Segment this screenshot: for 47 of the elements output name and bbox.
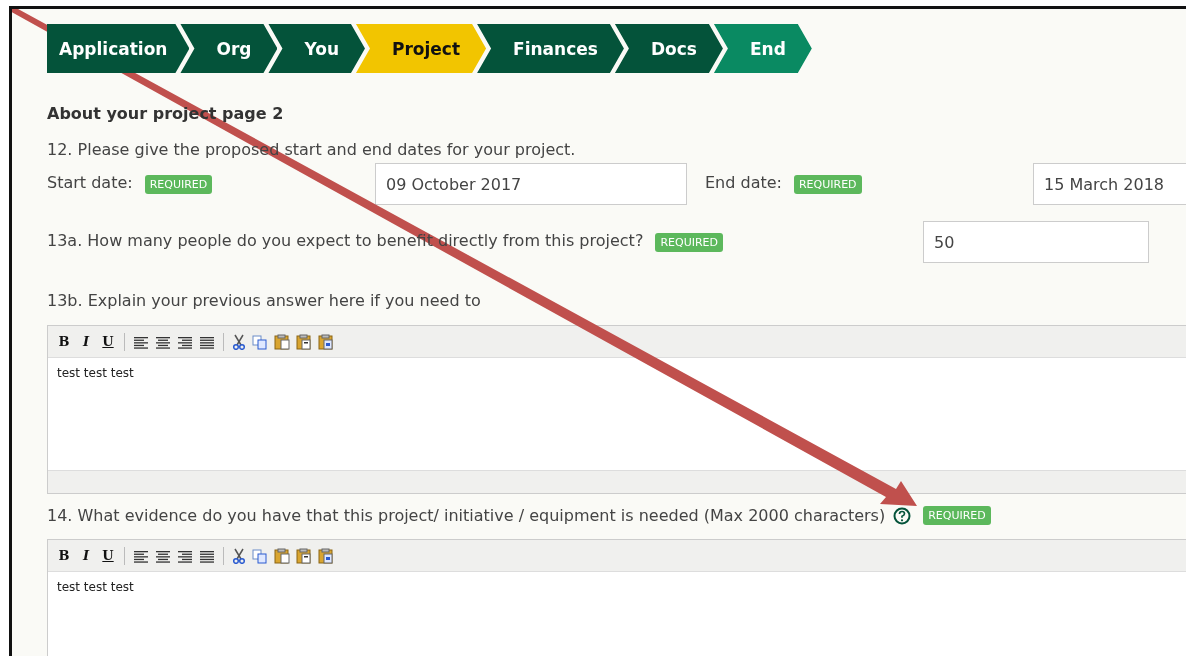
align-icon[interactable] bbox=[199, 548, 215, 563]
clipboard-icon[interactable] bbox=[296, 547, 312, 564]
copy-icon[interactable] bbox=[252, 333, 268, 350]
align-icon[interactable] bbox=[155, 334, 171, 349]
format-button[interactable]: U bbox=[100, 334, 116, 349]
required-badge: REQUIRED bbox=[793, 174, 862, 194]
clipboard-icon[interactable] bbox=[318, 547, 334, 564]
required-badge: REQUIRED bbox=[655, 232, 723, 252]
format-button[interactable]: I bbox=[78, 548, 94, 563]
format-button[interactable]: B bbox=[56, 334, 72, 349]
help-icon[interactable] bbox=[893, 506, 912, 525]
required-badge: REQUIRED bbox=[923, 506, 991, 525]
align-icon[interactable] bbox=[177, 548, 193, 563]
field-label: End date: bbox=[705, 172, 782, 192]
rich-text-editor[interactable]: B I U test test test bbox=[47, 539, 1186, 656]
field-label: Start date: bbox=[47, 172, 133, 192]
align-icon[interactable] bbox=[199, 334, 215, 349]
align-icon[interactable] bbox=[155, 548, 171, 563]
required-badge: REQUIRED bbox=[144, 174, 213, 194]
clipboard-icon[interactable] bbox=[318, 333, 334, 350]
rich-text-editor[interactable]: B I U test test test bbox=[47, 325, 1186, 494]
align-icon[interactable] bbox=[133, 334, 149, 349]
clipboard-icon[interactable] bbox=[296, 333, 312, 350]
progress-step[interactable]: Project bbox=[356, 24, 487, 73]
progress-step[interactable]: Application bbox=[47, 24, 190, 73]
format-button[interactable]: U bbox=[100, 548, 116, 563]
format-button[interactable]: B bbox=[56, 548, 72, 563]
progress-step[interactable]: Finances bbox=[477, 24, 624, 73]
progress-step[interactable]: You bbox=[268, 24, 365, 73]
number-field[interactable]: 50 bbox=[923, 221, 1149, 263]
question-text: 13b. Explain your previous answer here if you need to bbox=[47, 291, 481, 310]
clipboard-icon[interactable] bbox=[274, 547, 290, 564]
progress-step[interactable]: Docs bbox=[614, 24, 723, 73]
start-date-field[interactable]: 09 October 2017 bbox=[375, 163, 687, 205]
progress-step[interactable]: Org bbox=[180, 24, 278, 73]
end-date-field[interactable]: 15 March 2018 bbox=[1033, 163, 1186, 205]
align-icon[interactable] bbox=[177, 334, 193, 349]
editor-text: test test test bbox=[56, 579, 135, 596]
clipboard-icon[interactable] bbox=[274, 333, 290, 350]
align-icon[interactable] bbox=[133, 548, 149, 563]
progress-step[interactable]: End bbox=[713, 24, 812, 73]
copy-icon[interactable] bbox=[252, 547, 268, 564]
question-text: 14. What evidence do you have that this project/ initiative / equipment is needed (Max 2000 characters) bbox=[47, 506, 886, 525]
format-button[interactable]: I bbox=[78, 334, 94, 349]
scissors-icon[interactable] bbox=[232, 547, 246, 564]
scissors-icon[interactable] bbox=[232, 333, 246, 350]
editor-text: test test test bbox=[56, 365, 135, 382]
